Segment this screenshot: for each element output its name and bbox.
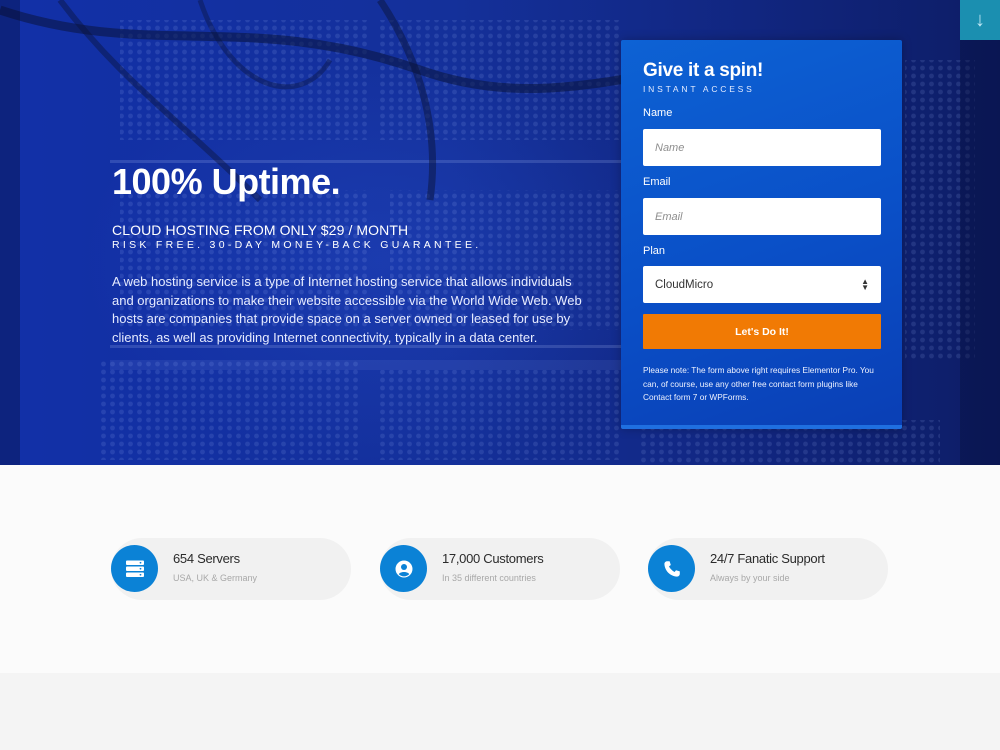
stat-title: 24/7 Fanatic Support [710, 551, 825, 566]
form-title: Give it a spin! [643, 60, 764, 81]
hero-section: ↓ 100% Uptime. CLOUD HOSTING FROM ONLY $… [0, 0, 1000, 465]
hero-text-block: 100% Uptime. CLOUD HOSTING FROM ONLY $29… [112, 160, 592, 347]
stat-desc: Always by your side [710, 573, 790, 583]
stat-title: 17,000 Customers [442, 551, 544, 566]
hero-description: A web hosting service is a type of Inter… [112, 274, 582, 345]
email-input[interactable] [643, 198, 881, 235]
arrow-down-icon: ↓ [975, 8, 985, 31]
lower-section [0, 673, 1000, 750]
form-note: Please note: The form above right requir… [643, 365, 874, 402]
scroll-down-button[interactable]: ↓ [960, 0, 1000, 40]
name-label: Name [643, 107, 673, 119]
name-input[interactable] [643, 129, 881, 166]
plan-select-value: CloudMicro [655, 278, 714, 291]
user-icon [380, 545, 427, 592]
stat-support: 24/7 Fanatic Support Always by your side [648, 538, 888, 600]
stat-customers: 17,000 Customers In 35 different countri… [380, 538, 620, 600]
page-title: 100% Uptime. [112, 161, 341, 202]
stats-section: 654 Servers USA, UK & Germany 17,000 Cus… [0, 465, 1000, 673]
stat-desc: In 35 different countries [442, 573, 536, 583]
signup-form: Give it a spin! INSTANT ACCESS Name Emai… [621, 40, 902, 429]
plan-label: Plan [643, 245, 666, 257]
plan-select[interactable]: CloudMicro ▲ ▼ [643, 266, 881, 303]
server-icon [111, 545, 158, 592]
stat-desc: USA, UK & Germany [173, 573, 258, 583]
stat-title: 654 Servers [173, 551, 240, 566]
hero-tagline: RISK FREE. 30-DAY MONEY-BACK GUARANTEE. [112, 239, 482, 251]
phone-icon [648, 545, 695, 592]
hero-subtitle: CLOUD HOSTING FROM ONLY $29 / MONTH [112, 222, 409, 238]
email-label: Email [643, 176, 671, 188]
submit-button[interactable]: Let's Do It! [643, 314, 881, 349]
select-arrows-icon: ▲ ▼ [861, 276, 869, 292]
form-subtitle: INSTANT ACCESS [643, 84, 755, 94]
stat-servers: 654 Servers USA, UK & Germany [111, 538, 351, 600]
